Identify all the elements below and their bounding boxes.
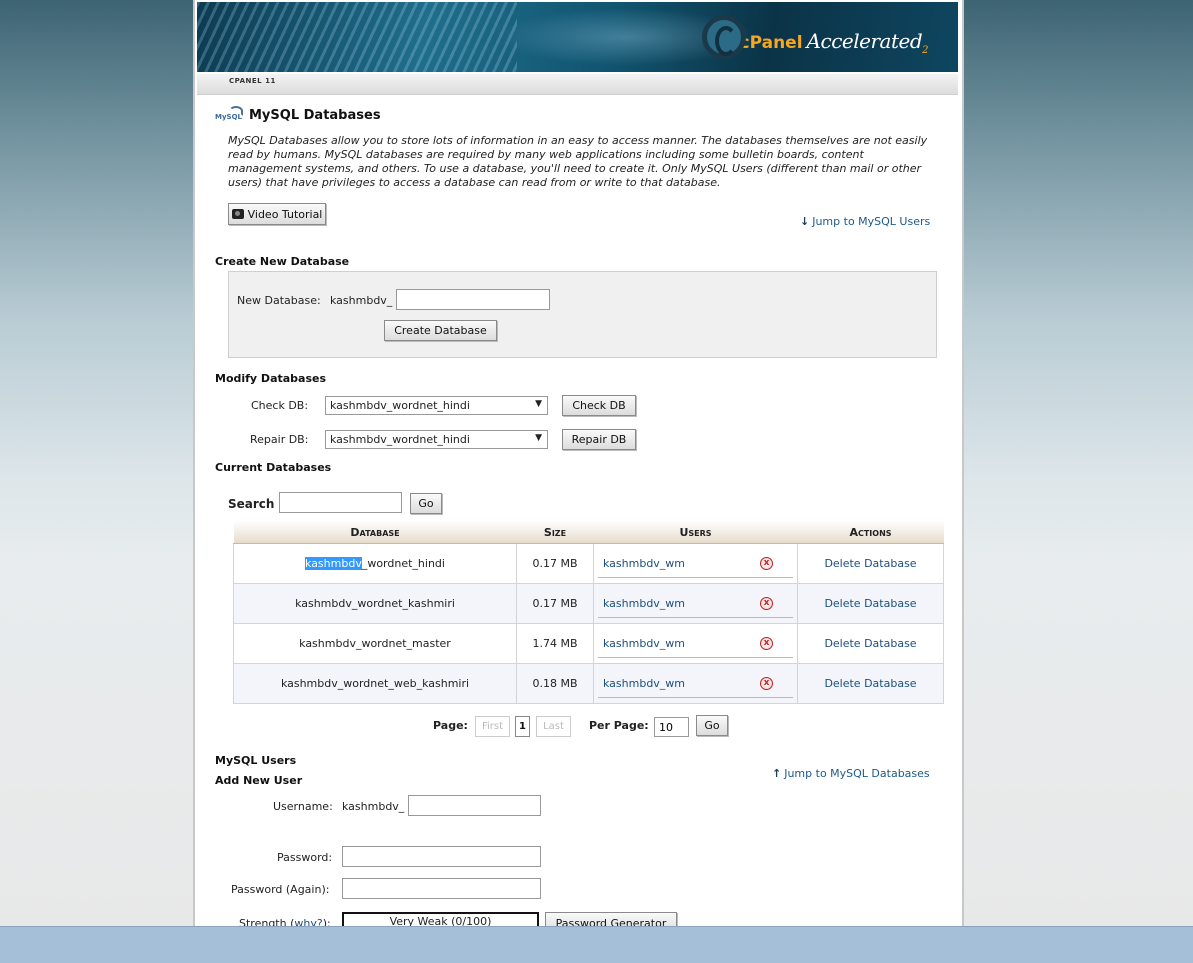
cpanel-logo-accelerated: Accelerated [806, 28, 923, 53]
page-description: MySQL Databases allow you to store lots … [228, 134, 928, 189]
cpanel-banner: cPanel Accelerated2 [197, 2, 958, 72]
database-user-link[interactable]: kashmbdv_wm [603, 677, 685, 690]
database-user-link[interactable]: kashmbdv_wm [603, 637, 685, 650]
column-header-actions: Actions [797, 521, 944, 544]
current-databases-heading: Current Databases [215, 461, 332, 474]
column-header-database[interactable]: Database [233, 521, 517, 544]
database-name-cell: kashmbdv_wordnet_hindi [233, 543, 517, 584]
arrow-down-icon: ↓ [800, 215, 810, 228]
dropdown-arrow-icon: ▼ [535, 399, 542, 409]
remove-user-icon[interactable]: x [760, 596, 773, 610]
delete-database-link[interactable]: Delete Database [824, 677, 916, 690]
database-user-link[interactable]: kashmbdv_wm [603, 557, 685, 570]
last-page-button[interactable]: Last [536, 716, 571, 737]
create-database-button[interactable]: Create Database [384, 320, 497, 341]
password-strength-meter: Very Weak (0/100) [342, 912, 539, 926]
mysql-users-heading: MySQL Users [215, 754, 297, 767]
new-database-input[interactable] [396, 289, 550, 310]
database-users-cell: kashmbdv_wm x [593, 663, 798, 704]
database-users-cell: kashmbdv_wm x [593, 623, 798, 664]
database-size-cell: 0.18 MB [516, 663, 594, 704]
video-tutorial-button[interactable]: Video Tutorial [228, 203, 326, 225]
username-prefix: kashmbdv_ [342, 800, 405, 813]
column-header-size[interactable]: Size [516, 521, 594, 544]
database-size-cell: 0.17 MB [516, 543, 594, 584]
remove-user-icon[interactable]: x [760, 676, 773, 690]
remove-user-icon[interactable]: x [760, 556, 773, 570]
database-name-cell: kashmbdv_wordnet_kashmiri [233, 583, 517, 624]
create-database-panel: New Database: kashmbdv_ Create Database [228, 271, 937, 358]
repair-db-button[interactable]: Repair DB [562, 429, 636, 450]
password-label: Password: [277, 851, 333, 864]
check-db-select[interactable]: kashmbdv_wordnet_hindi ▼ [325, 396, 548, 415]
username-input[interactable] [408, 795, 541, 816]
cpanel-logo-text: cPanel [739, 33, 803, 53]
check-db-label: Check DB: [251, 399, 309, 412]
page-title: MySQL Databases [249, 107, 381, 123]
username-label: Username: [273, 800, 333, 813]
table-row: kashmbdv_wordnet_web_kashmiri 0.18 MB ka… [233, 663, 944, 704]
per-page-go-button[interactable]: Go [696, 715, 728, 736]
database-actions-cell: Delete Database [797, 663, 944, 704]
dropdown-arrow-icon: ▼ [535, 433, 542, 443]
breadcrumb-bar: CPANEL 11 [197, 74, 958, 95]
create-database-heading: Create New Database [215, 255, 350, 268]
arrow-up-icon: ↑ [772, 767, 782, 780]
strength-why-link[interactable]: why? [294, 917, 322, 926]
page-label: Page: [433, 719, 468, 732]
new-database-prefix: kashmbdv_ [330, 294, 393, 307]
search-go-button[interactable]: Go [410, 493, 442, 514]
repair-db-select[interactable]: kashmbdv_wordnet_hindi ▼ [325, 430, 548, 449]
column-header-users: Users [593, 521, 798, 544]
strength-label: Strength (why?): [239, 917, 331, 926]
table-header-row: Database Size Users Actions [233, 521, 944, 544]
database-users-cell: kashmbdv_wm x [593, 543, 798, 584]
database-user-link[interactable]: kashmbdv_wm [603, 597, 685, 610]
database-name-cell: kashmbdv_wordnet_master [233, 623, 517, 664]
per-page-input[interactable] [654, 717, 689, 737]
taskbar [0, 926, 1193, 963]
search-label: Search [228, 497, 275, 511]
database-actions-cell: Delete Database [797, 623, 944, 664]
database-actions-cell: Delete Database [797, 543, 944, 584]
jump-to-mysql-users-link[interactable]: ↓ Jump to MySQL Users [800, 215, 930, 228]
cpanel-logo-version: 2 [922, 44, 928, 56]
cpanel-page: cPanel Accelerated2 CPANEL 11 MySQL MySQ… [193, 0, 964, 926]
database-name-cell: kashmbdv_wordnet_web_kashmiri [233, 663, 517, 704]
database-actions-cell: Delete Database [797, 583, 944, 624]
cpanel-logo-icon [701, 15, 746, 59]
check-db-button[interactable]: Check DB [562, 395, 636, 416]
table-row: kashmbdv_wordnet_master 1.74 MB kashmbdv… [233, 623, 944, 664]
table-row: kashmbdv_wordnet_hindi 0.17 MB kashmbdv_… [233, 543, 944, 584]
selected-text: kashmbdv [305, 557, 362, 570]
modify-databases-heading: Modify Databases [215, 372, 327, 385]
first-page-button[interactable]: First [475, 716, 510, 737]
repair-db-label: Repair DB: [250, 433, 309, 446]
database-size-cell: 1.74 MB [516, 623, 594, 664]
table-row: kashmbdv_wordnet_kashmiri 0.17 MB kashmb… [233, 583, 944, 624]
password-generator-button[interactable]: Password Generator [545, 912, 677, 926]
delete-database-link[interactable]: Delete Database [824, 597, 916, 610]
mysql-logo-icon: MySQL [215, 106, 245, 124]
remove-user-icon[interactable]: x [760, 636, 773, 650]
database-size-cell: 0.17 MB [516, 583, 594, 624]
password-again-input[interactable] [342, 878, 541, 899]
search-input[interactable] [279, 492, 402, 513]
current-page-button[interactable]: 1 [515, 716, 530, 737]
password-again-label: Password (Again): [231, 883, 330, 896]
databases-table: Database Size Users Actions kashmbdv_wor… [233, 521, 944, 704]
page-header: MySQL MySQL Databases [215, 106, 381, 124]
cpanel-logo[interactable]: cPanel Accelerated2 [701, 12, 928, 62]
new-database-label: New Database: [237, 294, 321, 307]
camera-icon [231, 209, 244, 219]
add-new-user-heading: Add New User [215, 774, 303, 787]
breadcrumb[interactable]: CPANEL 11 [229, 77, 276, 85]
per-page-label: Per Page: [589, 719, 649, 732]
database-users-cell: kashmbdv_wm x [593, 583, 798, 624]
delete-database-link[interactable]: Delete Database [824, 637, 916, 650]
delete-database-link[interactable]: Delete Database [824, 557, 916, 570]
jump-to-mysql-databases-link[interactable]: ↑ Jump to MySQL Databases [772, 767, 930, 780]
password-input[interactable] [342, 846, 541, 867]
